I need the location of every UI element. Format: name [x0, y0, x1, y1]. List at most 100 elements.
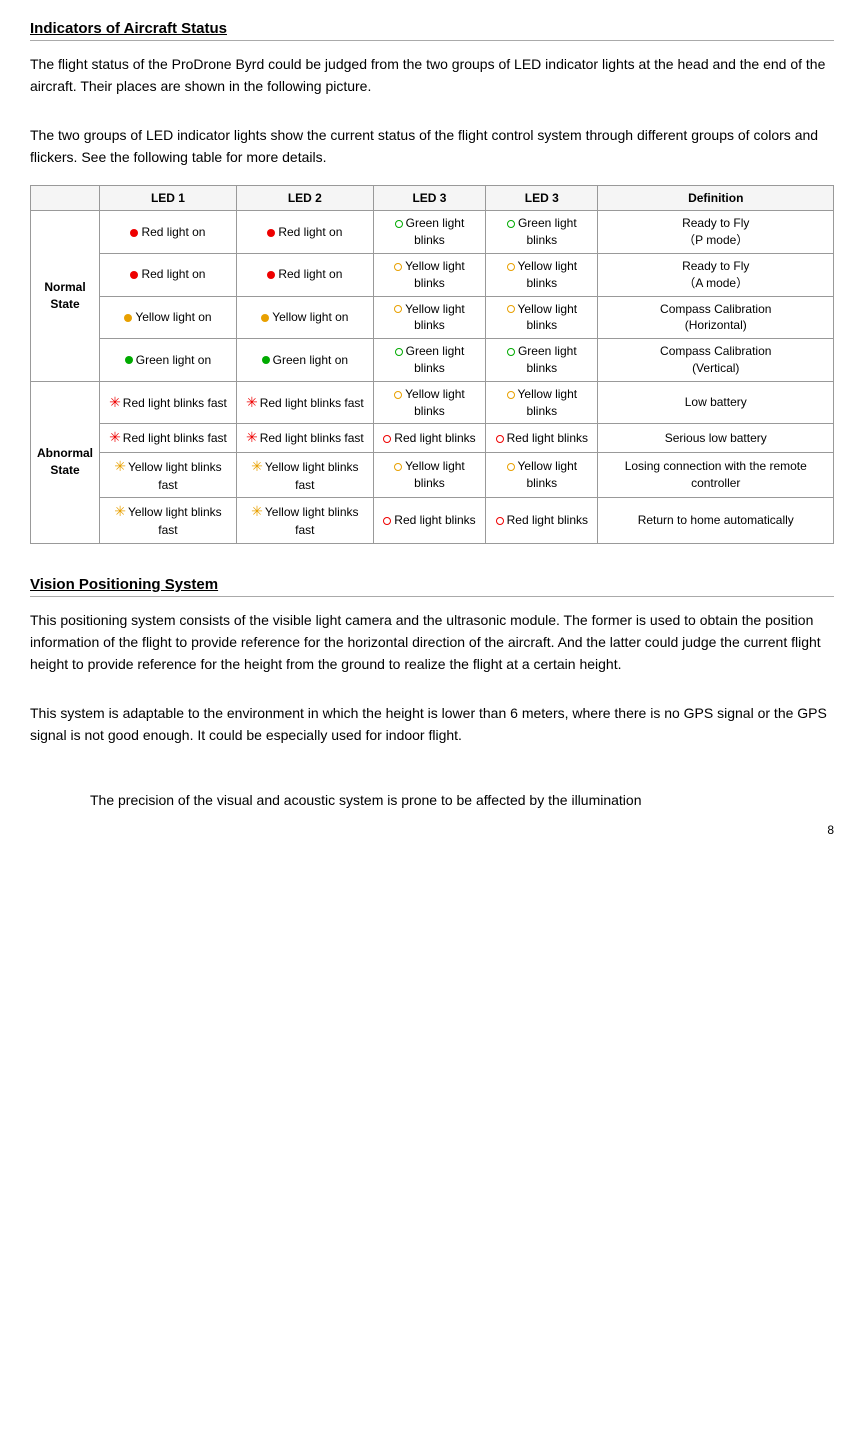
col-led3b: LED 3 — [486, 185, 598, 211]
col-led2: LED 2 — [236, 185, 373, 211]
dot-green-outline — [395, 220, 403, 228]
normal-row3-def: Compass Calibration(Horizontal) — [598, 296, 834, 339]
table-row: Red light on Red light on Yellow light b… — [31, 253, 834, 296]
dot-yellow-outline — [507, 463, 515, 471]
dot-red-outline — [383, 435, 391, 443]
normal-row4-def: Compass Calibration(Vertical) — [598, 339, 834, 382]
dot-red-filled — [267, 271, 275, 279]
abnormal-row2-led3b: Red light blinks — [486, 424, 598, 453]
abnormal-row3-led1: ✳Yellow light blinks fast — [100, 452, 237, 497]
table-row: Yellow light on Yellow light on Yellow l… — [31, 296, 834, 339]
normal-row3-led3a: Yellow light blinks — [373, 296, 485, 339]
dot-red-filled — [267, 229, 275, 237]
table-row: NormalState Red light on Red light on Gr… — [31, 211, 834, 254]
abnormal-row4-led3a: Red light blinks — [373, 498, 485, 543]
normal-row1-led3b: Green light blinks — [486, 211, 598, 254]
normal-row1-led1: Red light on — [100, 211, 237, 254]
abnormal-row1-led1: ✳Red light blinks fast — [100, 381, 237, 424]
dot-red-outline — [496, 517, 504, 525]
col-led3a: LED 3 — [373, 185, 485, 211]
dot-green-filled — [262, 356, 270, 364]
dot-yellow-filled — [124, 314, 132, 322]
section1-title: Indicators of Aircraft Status — [30, 20, 834, 41]
section2-title: Vision Positioning System — [30, 576, 834, 597]
normal-row4-led3b: Green light blinks — [486, 339, 598, 382]
led-status-table: LED 1 LED 2 LED 3 LED 3 Definition Norma… — [30, 185, 834, 544]
col-definition: Definition — [598, 185, 834, 211]
abnormal-row1-led3a: Yellow light blinks — [373, 381, 485, 424]
normal-row1-led3a: Green light blinks — [373, 211, 485, 254]
dot-yellow-outline — [394, 391, 402, 399]
dot-yellow-outline — [394, 305, 402, 313]
normal-row1-def: Ready to Fly（P mode） — [598, 211, 834, 254]
dot-red-filled — [130, 229, 138, 237]
dot-yellow-outline — [507, 263, 515, 271]
asterisk-yellow-icon: ✳ — [251, 503, 263, 519]
dot-yellow-filled — [261, 314, 269, 322]
asterisk-yellow-icon: ✳ — [114, 503, 126, 519]
table-row: Green light on Green light on Green ligh… — [31, 339, 834, 382]
abnormal-row1-led2: ✳Red light blinks fast — [236, 381, 373, 424]
normal-row2-led3a: Yellow light blinks — [373, 253, 485, 296]
table-header-row: LED 1 LED 2 LED 3 LED 3 Definition — [31, 185, 834, 211]
abnormal-row2-led1: ✳Red light blinks fast — [100, 424, 237, 453]
abnormal-state-cell: AbnormalState — [31, 381, 100, 543]
normal-row2-led3b: Yellow light blinks — [486, 253, 598, 296]
page-number: 8 — [30, 821, 834, 840]
abnormal-row4-led2: ✳Yellow light blinks fast — [236, 498, 373, 543]
dot-green-outline — [507, 348, 515, 356]
abnormal-row1-def: Low battery — [598, 381, 834, 424]
table-row: ✳Yellow light blinks fast ✳Yellow light … — [31, 498, 834, 543]
dot-green-outline — [507, 220, 515, 228]
normal-row2-led1: Red light on — [100, 253, 237, 296]
normal-state-cell: NormalState — [31, 211, 100, 381]
col-led1: LED 1 — [100, 185, 237, 211]
abnormal-row3-led3a: Yellow light blinks — [373, 452, 485, 497]
normal-row3-led3b: Yellow light blinks — [486, 296, 598, 339]
dot-red-outline — [383, 517, 391, 525]
spacer4 — [30, 757, 834, 773]
normal-row4-led2: Green light on — [236, 339, 373, 382]
abnormal-row3-def: Losing connection with the remote contro… — [598, 452, 834, 497]
asterisk-red-icon: ✳ — [246, 394, 258, 410]
abnormal-row2-def: Serious low battery — [598, 424, 834, 453]
asterisk-yellow-icon: ✳ — [114, 458, 126, 474]
asterisk-red-icon: ✳ — [109, 394, 121, 410]
spacer2 — [30, 560, 834, 576]
abnormal-row2-led3a: Red light blinks — [373, 424, 485, 453]
dot-green-filled — [125, 356, 133, 364]
asterisk-red-icon: ✳ — [109, 429, 121, 445]
abnormal-row1-led3b: Yellow light blinks — [486, 381, 598, 424]
table-row: ✳Red light blinks fast ✳Red light blinks… — [31, 424, 834, 453]
normal-row3-led1: Yellow light on — [100, 296, 237, 339]
abnormal-row4-led3b: Red light blinks — [486, 498, 598, 543]
dot-red-filled — [130, 271, 138, 279]
spacer5 — [30, 773, 834, 789]
abnormal-row3-led3b: Yellow light blinks — [486, 452, 598, 497]
section2-para2: This system is adaptable to the environm… — [30, 702, 834, 747]
normal-row3-led2: Yellow light on — [236, 296, 373, 339]
normal-row4-led3a: Green light blinks — [373, 339, 485, 382]
section1-para2: The two groups of LED indicator lights s… — [30, 124, 834, 169]
normal-row2-def: Ready to Fly（A mode） — [598, 253, 834, 296]
normal-row1-led2: Red light on — [236, 211, 373, 254]
abnormal-row4-led1: ✳Yellow light blinks fast — [100, 498, 237, 543]
dot-yellow-outline — [394, 263, 402, 271]
section2-para1: This positioning system consists of the … — [30, 609, 834, 676]
dot-yellow-outline — [507, 305, 515, 313]
asterisk-yellow-icon: ✳ — [251, 458, 263, 474]
dot-yellow-outline — [507, 391, 515, 399]
dot-red-outline — [496, 435, 504, 443]
dot-green-outline — [395, 348, 403, 356]
section1-para1: The flight status of the ProDrone Byrd c… — [30, 53, 834, 98]
abnormal-row2-led2: ✳Red light blinks fast — [236, 424, 373, 453]
abnormal-row3-led2: ✳Yellow light blinks fast — [236, 452, 373, 497]
table-row: ✳Yellow light blinks fast ✳Yellow light … — [31, 452, 834, 497]
asterisk-red-icon: ✳ — [246, 429, 258, 445]
col-state — [31, 185, 100, 211]
spacer3 — [30, 686, 834, 702]
normal-row4-led1: Green light on — [100, 339, 237, 382]
abnormal-row4-def: Return to home automatically — [598, 498, 834, 543]
normal-row2-led2: Red light on — [236, 253, 373, 296]
section2-note: The precision of the visual and acoustic… — [30, 789, 834, 811]
